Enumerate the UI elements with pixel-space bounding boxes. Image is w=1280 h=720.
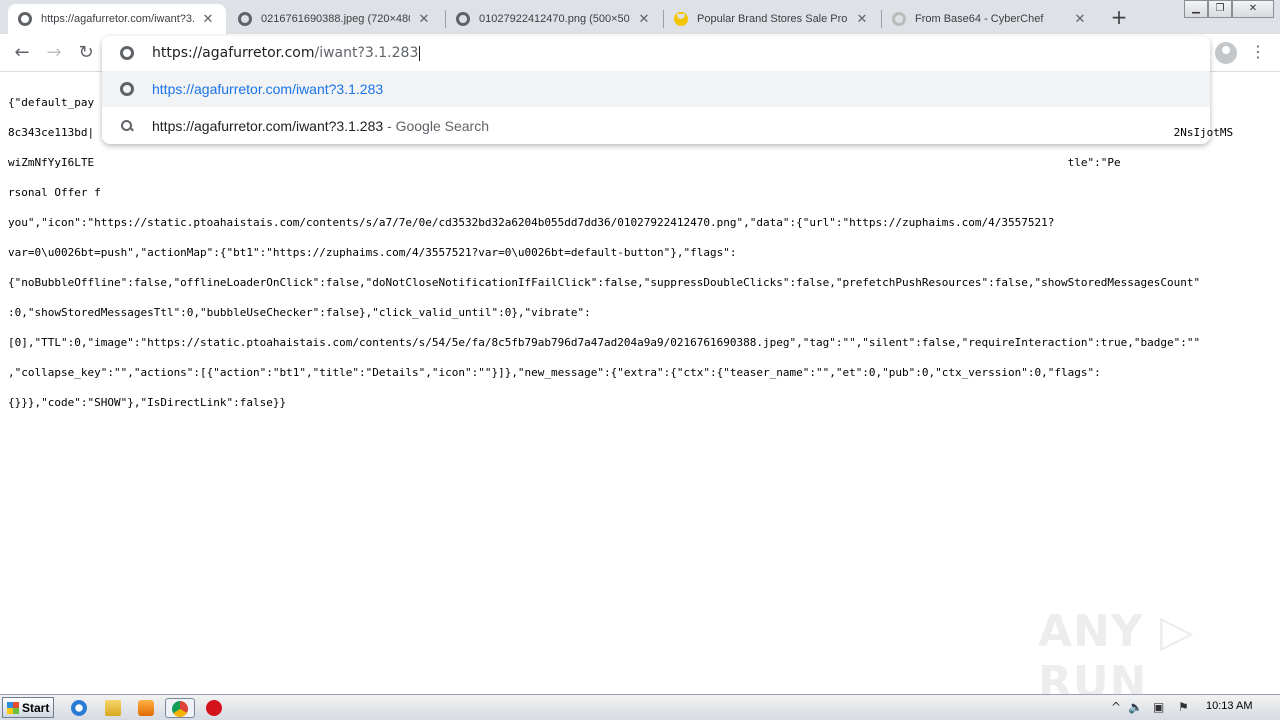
- taskbar-clock[interactable]: 10:13 AM: [1206, 700, 1252, 712]
- address-host: https://agafurretor.com: [152, 45, 315, 61]
- tab-brand-stores[interactable]: Popular Brand Stores Sale Prom ✕: [664, 4, 880, 34]
- tab-close-icon[interactable]: ✕: [416, 11, 432, 27]
- tab-cyberchef[interactable]: From Base64 - CyberChef ✕: [882, 4, 1098, 34]
- folder-icon: [105, 700, 121, 716]
- json-line: ,"collapse_key":"","actions":[{"action":…: [8, 366, 1101, 379]
- browser-menu-button[interactable]: ⋮: [1250, 42, 1266, 61]
- tab-close-icon[interactable]: ✕: [854, 11, 870, 27]
- json-line: wiZmNfYyI6LTE tle":"Pe: [8, 156, 1121, 169]
- reload-button[interactable]: ↻: [74, 41, 98, 65]
- json-line: 8c343ce113bd| 2NsIjotMS: [8, 126, 1234, 139]
- back-button[interactable]: ←: [10, 41, 34, 65]
- tab-jpeg-image[interactable]: 0216761690388.jpeg (720×480 ✕: [228, 4, 442, 34]
- windows-taskbar: Start ^ 🔈 ▣ ⚑ 10:13 AM: [0, 694, 1280, 720]
- json-line: {"noBubbleOffline":false,"offlineLoaderO…: [8, 276, 1201, 289]
- stop-icon: [206, 700, 222, 716]
- tab-strip: https://agafurretor.com/iwant?3. ✕ 02167…: [0, 0, 1280, 34]
- globe-icon: [18, 12, 32, 26]
- tab-close-icon[interactable]: ✕: [636, 11, 652, 27]
- chef-hat-icon: [892, 12, 906, 26]
- json-line: {"default_pay: [8, 96, 95, 109]
- json-line: var=0\u0026bt=push","actionMap":{"bt1":"…: [8, 246, 737, 259]
- tab-title: 01027922412470.png (500×500: [479, 13, 630, 25]
- action-center-flag-icon[interactable]: ⚑: [1178, 700, 1189, 714]
- json-line: [0],"TTL":0,"image":"https://static.ptoa…: [8, 336, 1201, 349]
- window-close-button[interactable]: ✕: [1232, 0, 1274, 18]
- globe-icon: [120, 46, 134, 60]
- json-line: {}}},"code":"SHOW"},"IsDirectLink":false…: [8, 396, 287, 409]
- network-icon[interactable]: ▣: [1153, 700, 1164, 714]
- tab-title: From Base64 - CyberChef: [915, 13, 1044, 25]
- ie-taskbar-button[interactable]: [68, 698, 90, 718]
- globe-icon: [238, 12, 252, 26]
- json-line: rsonal Offer f: [8, 186, 101, 199]
- tab-close-icon[interactable]: ✕: [200, 11, 216, 27]
- stop-taskbar-button[interactable]: [203, 698, 225, 718]
- json-line: you","icon":"https://static.ptoahaistais…: [8, 216, 1055, 229]
- tab-title: https://agafurretor.com/iwant?3.: [41, 13, 194, 25]
- globe-icon: [456, 12, 470, 26]
- tab-png-image[interactable]: 01027922412470.png (500×500 ✕: [446, 4, 662, 34]
- tab-title: Popular Brand Stores Sale Prom: [697, 13, 848, 25]
- start-label: Start: [22, 700, 50, 715]
- tray-expand-icon[interactable]: ^: [1111, 700, 1121, 714]
- ie-icon: [71, 700, 87, 716]
- tab-close-icon[interactable]: ✕: [1072, 11, 1088, 27]
- media-player-taskbar-button[interactable]: [135, 698, 157, 718]
- chrome-taskbar-button[interactable]: [165, 698, 195, 718]
- start-button[interactable]: Start: [2, 697, 54, 718]
- page-json-text: {"default_pay 8c343ce113bd| 2NsIjotMS wi…: [8, 80, 1272, 425]
- chrome-icon: [172, 701, 188, 717]
- address-path: /iwant?3.1.283: [314, 45, 419, 61]
- volume-icon[interactable]: 🔈: [1128, 700, 1143, 714]
- forward-button[interactable]: →: [42, 41, 66, 65]
- maximize-button[interactable]: ❐: [1208, 0, 1232, 18]
- smile-logo-icon: [674, 12, 688, 26]
- tab-agafurretor[interactable]: https://agafurretor.com/iwant?3. ✕: [8, 4, 226, 34]
- windows-logo-icon: [7, 701, 19, 714]
- address-input[interactable]: https://agafurretor.com/iwant?3.1.283: [152, 45, 421, 61]
- media-player-icon: [138, 700, 154, 716]
- text-caret: [419, 45, 421, 61]
- address-bar[interactable]: https://agafurretor.com/iwant?3.1.283: [102, 36, 1210, 70]
- minimize-button[interactable]: ▁: [1184, 0, 1208, 18]
- anyrun-watermark: ANY ▷ RUN: [1038, 606, 1195, 708]
- profile-avatar-icon[interactable]: [1215, 42, 1237, 64]
- json-line: :0,"showStoredMessagesTtl":0,"bubbleUseC…: [8, 306, 591, 319]
- tab-title: 0216761690388.jpeg (720×480: [261, 13, 410, 25]
- explorer-taskbar-button[interactable]: [102, 698, 124, 718]
- new-tab-button[interactable]: +: [1109, 6, 1129, 28]
